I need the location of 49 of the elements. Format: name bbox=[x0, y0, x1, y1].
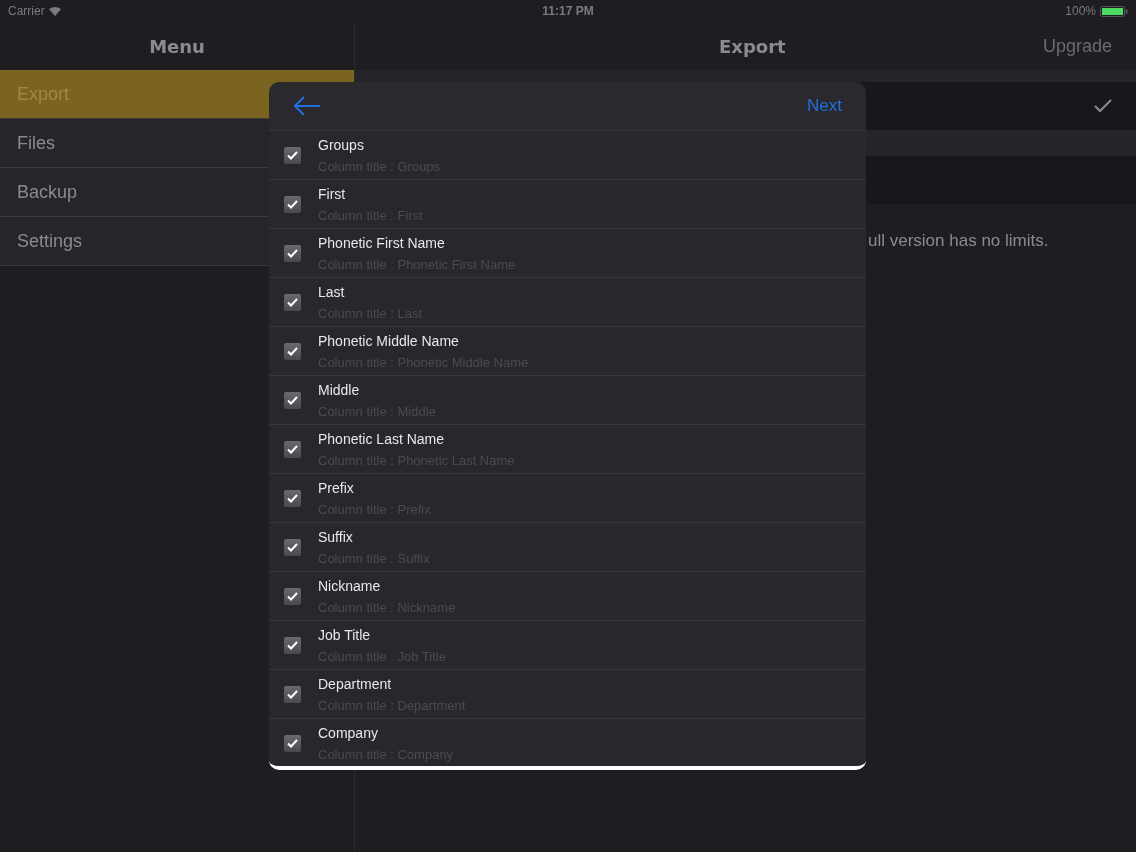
back-arrow-icon[interactable] bbox=[293, 96, 321, 116]
checkmark-icon bbox=[287, 640, 298, 650]
checkmark-icon bbox=[1094, 99, 1112, 113]
page-title: Export bbox=[719, 34, 786, 59]
checkmark-icon bbox=[287, 591, 298, 601]
field-label: Phonetic Middle Name bbox=[318, 331, 460, 350]
checkmark-icon bbox=[287, 297, 298, 307]
field-label: Middle bbox=[318, 380, 361, 399]
limits-note: ull version has no limits. bbox=[868, 231, 1049, 250]
field-label: First bbox=[318, 184, 347, 203]
checkbox[interactable] bbox=[284, 391, 301, 409]
field-label: Prefix bbox=[318, 478, 355, 497]
field-label: Phonetic Last Name bbox=[318, 429, 446, 448]
checkbox[interactable] bbox=[284, 195, 301, 213]
next-button[interactable]: Next bbox=[807, 93, 842, 119]
checkbox[interactable] bbox=[284, 587, 301, 605]
checkmark-icon bbox=[287, 738, 298, 748]
checkmark-icon bbox=[287, 395, 298, 405]
checkmark-icon bbox=[287, 444, 298, 454]
sidebar-title: Menu bbox=[149, 34, 205, 59]
carrier-label: Carrier bbox=[8, 3, 45, 20]
checkmark-icon bbox=[287, 248, 298, 258]
checkmark-icon bbox=[287, 542, 298, 552]
checkbox[interactable] bbox=[284, 636, 301, 654]
upgrade-button[interactable]: Upgrade bbox=[1042, 32, 1112, 60]
checkbox[interactable] bbox=[284, 146, 301, 164]
checkmark-icon bbox=[287, 689, 298, 699]
checkbox[interactable] bbox=[284, 293, 301, 311]
checkbox[interactable] bbox=[284, 538, 301, 556]
checkmark-icon bbox=[287, 150, 298, 160]
status-time: 11:17 PM bbox=[542, 3, 594, 20]
field-label: Nickname bbox=[318, 576, 382, 595]
field-label: Suffix bbox=[318, 527, 354, 546]
checkbox[interactable] bbox=[284, 342, 301, 360]
checkbox[interactable] bbox=[284, 440, 301, 458]
field-label: Department bbox=[318, 674, 393, 693]
field-label: Company bbox=[318, 723, 379, 742]
checkbox[interactable] bbox=[284, 244, 301, 262]
battery-icon bbox=[1100, 5, 1128, 17]
checkmark-icon bbox=[287, 493, 298, 503]
checkbox[interactable] bbox=[284, 734, 301, 752]
battery-label: 100% bbox=[1065, 3, 1096, 20]
checkmark-icon bbox=[287, 199, 298, 209]
checkbox[interactable] bbox=[284, 685, 301, 703]
wifi-icon bbox=[48, 6, 61, 16]
field-label: Job Title bbox=[318, 625, 372, 644]
checkbox[interactable] bbox=[284, 489, 301, 507]
field-label: Last bbox=[318, 282, 346, 301]
checkmark-icon bbox=[287, 346, 298, 356]
